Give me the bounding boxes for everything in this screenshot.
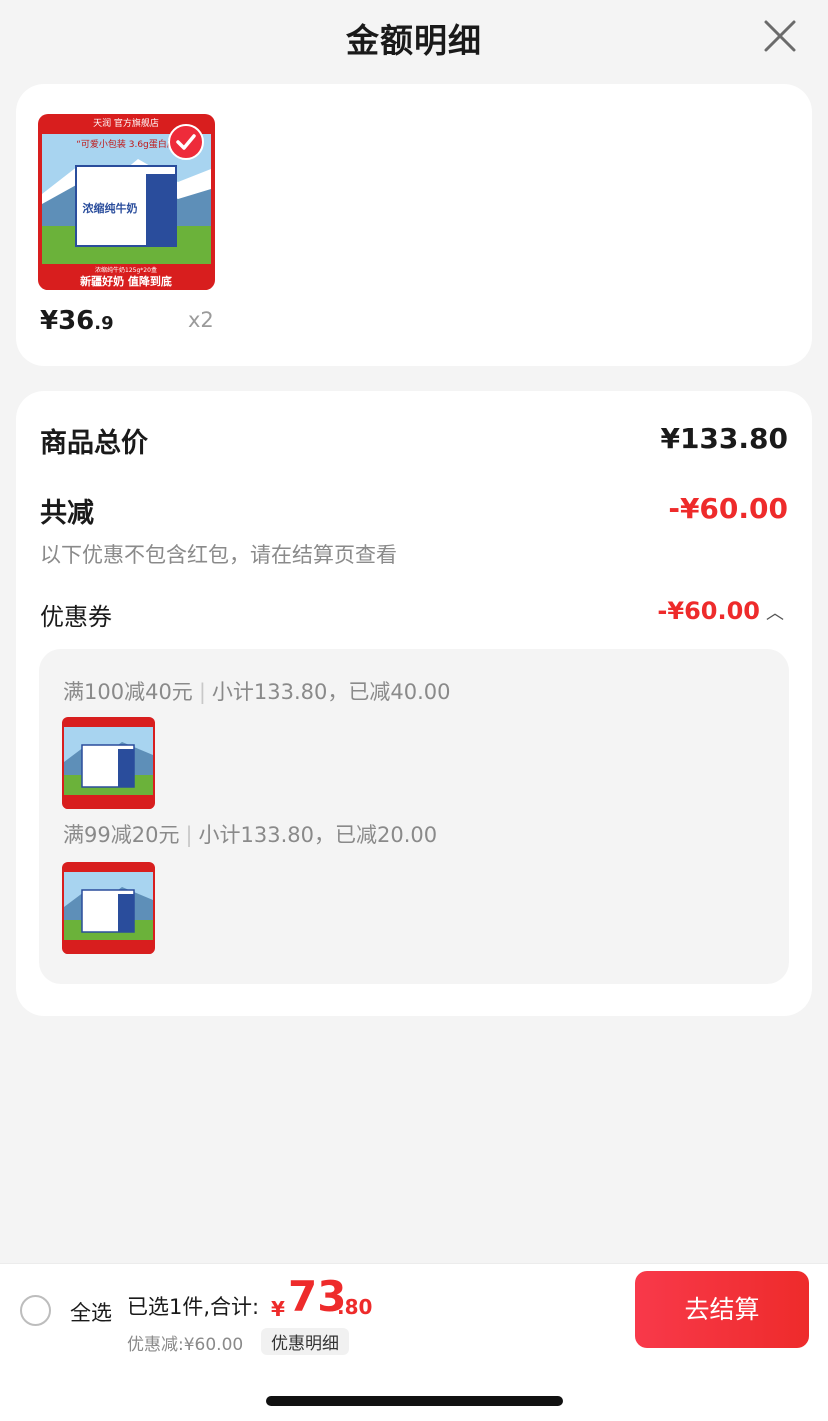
coupon-detail: 小计133.80，已减20.00 [198, 823, 438, 847]
product-quantity: x2 [188, 308, 214, 332]
coupon-line: 满99减20元 | 小计133.80，已减20.00 [63, 819, 437, 849]
close-button[interactable] [762, 18, 798, 54]
total-decimal: .80 [337, 1295, 373, 1319]
bottom-checkout-bar: 全选 已选1件,合计: ¥ 73 .80 优惠减:¥60.00 优惠明细 去结算 [0, 1263, 828, 1355]
checkout-button[interactable]: 去结算 [635, 1271, 809, 1348]
select-all-radio[interactable] [20, 1295, 51, 1326]
coupon-rule: 满100减40元 [63, 680, 193, 704]
price-cents: .9 [94, 313, 114, 334]
svg-text:“可爱小包装 3.6g蛋白质: “可爱小包装 3.6g蛋白质 [76, 138, 176, 150]
discount-note: 优惠减:¥60.00 [127, 1335, 244, 1355]
divider: | [185, 823, 193, 847]
coupon-label: 优惠券 [40, 603, 112, 631]
price-breakdown-card: 商品总价 ¥133.80 共减 -¥60.00 以下优惠不包含红包，请在结算页查… [16, 391, 812, 1016]
subtotal-label: 商品总价 [40, 428, 148, 459]
selection-summary: 已选1件,合计: [127, 1295, 260, 1319]
coupon-value: -¥60.00 [657, 597, 760, 625]
chevron-up-icon[interactable]: ︿ [766, 599, 784, 625]
svg-text:浓缩纯牛奶125g*20盒: 浓缩纯牛奶125g*20盒 [95, 266, 157, 274]
svg-text:新疆好奶 值降到底: 新疆好奶 值降到底 [80, 274, 172, 288]
divider: | [198, 680, 206, 704]
reduce-label: 共减 [40, 498, 94, 529]
discount-detail-button[interactable]: 优惠明细 [261, 1328, 349, 1355]
coupon-product-thumbnail [62, 717, 155, 809]
page-title: 金额明细 [346, 21, 482, 60]
total-currency: ¥ [271, 1297, 285, 1321]
header: 金额明细 [0, 0, 828, 76]
coupon-product-thumbnail [62, 862, 155, 954]
product-card: 天润 官方旗舰店 “可爱小包装 3.6g蛋白质 浓缩纯牛奶 浓缩纯牛奶125g*… [16, 84, 812, 366]
subtotal-value: ¥133.80 [660, 422, 788, 455]
price-main: ¥36 [40, 306, 95, 336]
red-packet-hint: 以下优惠不包含红包，请在结算页查看 [40, 543, 397, 567]
coupon-line: 满100减40元 | 小计133.80，已减40.00 [63, 676, 451, 706]
svg-text:天润 官方旗舰店: 天润 官方旗舰店 [93, 117, 159, 129]
selected-check-icon[interactable] [168, 124, 204, 160]
coupon-rule: 满99减20元 [63, 823, 180, 847]
home-indicator[interactable] [266, 1396, 563, 1406]
safe-area [0, 1355, 828, 1421]
coupon-detail: 小计133.80，已减40.00 [211, 680, 451, 704]
product-price: ¥36.9 [40, 306, 114, 336]
close-icon[interactable] [762, 18, 798, 54]
reduce-value: -¥60.00 [668, 492, 788, 525]
select-all-label[interactable]: 全选 [70, 1297, 112, 1327]
coupon-detail-panel: 满100减40元 | 小计133.80，已减40.00 满99减20元 | 小计133.… [39, 649, 789, 984]
coupon-toggle[interactable]: -¥60.00 ︿ [657, 597, 784, 625]
svg-text:浓缩纯牛奶: 浓缩纯牛奶 [83, 201, 138, 215]
